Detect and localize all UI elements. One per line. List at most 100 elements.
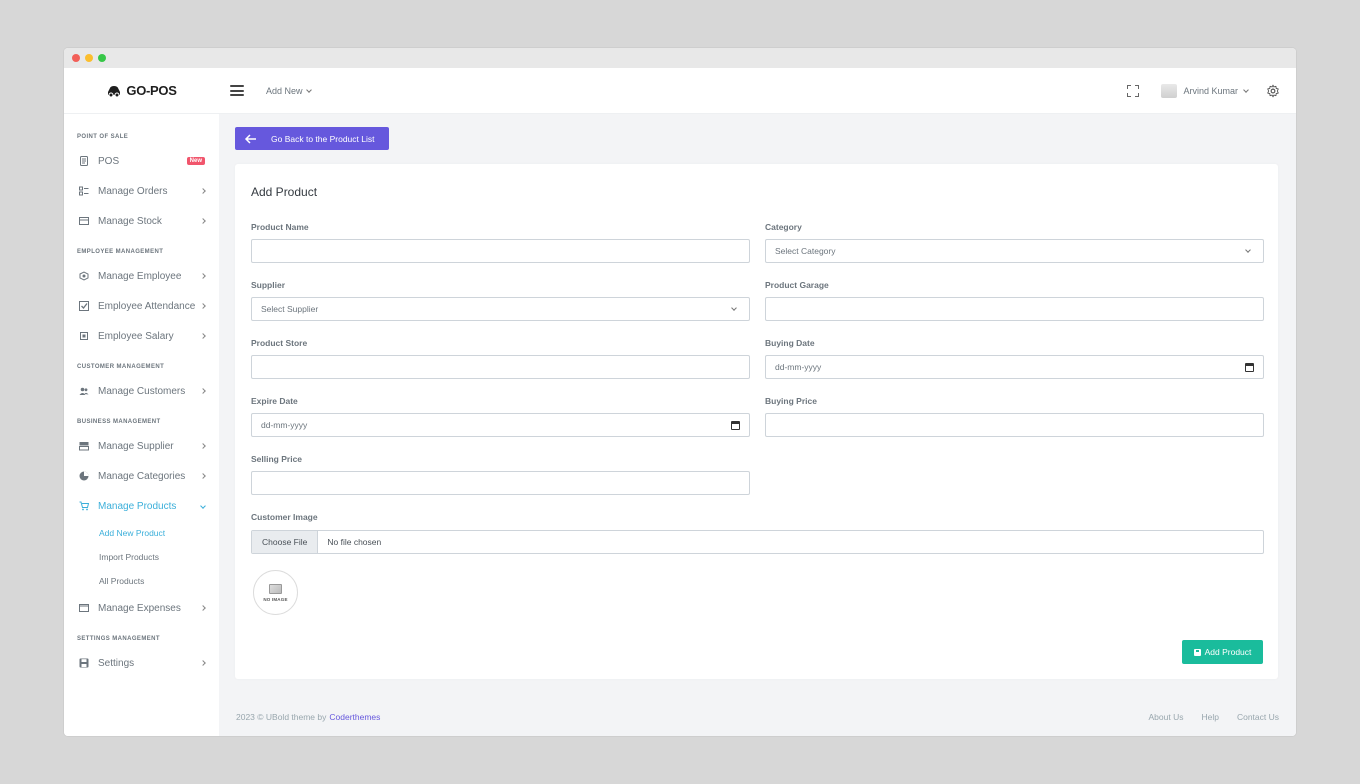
sidebar-item-settings[interactable]: Settings xyxy=(64,648,219,678)
product-name-input[interactable] xyxy=(251,239,750,263)
expire-date-input[interactable]: dd-mm-yyyy xyxy=(251,413,750,437)
sidebar-item-manage-supplier[interactable]: Manage Supplier xyxy=(64,431,219,461)
sidebar-item-manage-employee[interactable]: Manage Employee xyxy=(64,261,219,291)
buying-date-value: dd-mm-yyyy xyxy=(775,362,822,372)
fullscreen-icon[interactable] xyxy=(1127,84,1140,97)
sidebar-item-manage-categories[interactable]: Manage Categories xyxy=(64,461,219,491)
image-icon xyxy=(269,583,282,594)
supplier-label: Supplier xyxy=(251,280,286,290)
sidebar: POINT OF SALE POS New Manage Orders Mana… xyxy=(64,114,219,736)
card-title: Add Product xyxy=(251,185,318,199)
sidebar-item-label: POS xyxy=(98,155,120,167)
product-store-input[interactable] xyxy=(251,355,750,379)
pos-icon xyxy=(80,156,88,166)
footer-link-about-us[interactable]: About Us xyxy=(1149,712,1184,722)
maximize-window-icon[interactable] xyxy=(98,54,106,62)
product-store-field: Product Store xyxy=(251,338,750,379)
sidebar-item-label: Manage Employee xyxy=(98,270,182,282)
footer-link-contact-us[interactable]: Contact Us xyxy=(1237,712,1279,722)
customer-image-file-input[interactable]: Choose File No file chosen xyxy=(251,530,1264,554)
sidebar-item-manage-expenses[interactable]: Manage Expenses xyxy=(64,593,219,623)
product-garage-label: Product Garage xyxy=(765,280,829,290)
menu-toggle-icon[interactable] xyxy=(230,85,244,96)
choose-file-button[interactable]: Choose File xyxy=(252,531,319,553)
image-preview-placeholder: NO IMAGE xyxy=(253,570,298,615)
add-new-dropdown[interactable]: Add New xyxy=(266,85,312,96)
close-window-icon[interactable] xyxy=(72,54,80,62)
user-menu[interactable]: Arvind Kumar xyxy=(1161,83,1249,98)
sidebar-item-label: Employee Salary xyxy=(98,330,174,342)
footer-copyright: 2023 © UBold theme by xyxy=(236,712,327,722)
category-select[interactable]: Select Category xyxy=(765,239,1264,263)
selling-price-field: Selling Price xyxy=(251,454,750,495)
footer-link-help[interactable]: Help xyxy=(1201,712,1218,722)
sidebar-item-label: Employee Attendance xyxy=(98,300,196,312)
footer-brand-link[interactable]: Coderthemes xyxy=(329,712,380,722)
chevron-right-icon xyxy=(200,473,206,479)
footer: 2023 © UBold theme by Coderthemes About … xyxy=(219,698,1296,736)
categories-icon xyxy=(79,471,89,481)
chevron-right-icon xyxy=(200,605,206,611)
minimize-window-icon[interactable] xyxy=(85,54,93,62)
sidebar-item-employee-attendance[interactable]: Employee Attendance xyxy=(64,291,219,321)
chevron-down-icon xyxy=(1245,247,1251,253)
sidebar-item-label: Manage Stock xyxy=(98,215,162,227)
buying-price-label: Buying Price xyxy=(765,396,817,406)
add-product-submit-button[interactable]: Add Product xyxy=(1182,640,1263,664)
sidebar-item-manage-stock[interactable]: Manage Stock xyxy=(64,206,219,236)
sidebar-subitem-import-products[interactable]: Import Products xyxy=(64,545,219,569)
sidebar-subitem-add-new-product[interactable]: Add New Product xyxy=(64,521,219,545)
salary-icon xyxy=(80,332,88,340)
selling-price-input[interactable] xyxy=(251,471,750,495)
add-new-label: Add New xyxy=(266,85,303,96)
product-garage-input[interactable] xyxy=(765,297,1264,321)
topbar: GO-POS Add New Arvind Kumar xyxy=(64,68,1296,114)
sidebar-item-manage-orders[interactable]: Manage Orders xyxy=(64,176,219,206)
product-garage-field: Product Garage xyxy=(765,280,1264,321)
arrow-left-icon xyxy=(244,133,256,144)
chevron-right-icon xyxy=(200,443,206,449)
selling-price-label: Selling Price xyxy=(251,454,303,464)
user-name: Arvind Kumar xyxy=(1183,85,1238,96)
product-name-field: Product Name xyxy=(251,222,750,263)
app-name: GO-POS xyxy=(126,83,177,98)
sidebar-item-label: Manage Categories xyxy=(98,470,186,482)
buying-date-input[interactable]: dd-mm-yyyy xyxy=(765,355,1264,379)
product-name-label: Product Name xyxy=(251,222,309,232)
sidebar-subitem-all-products[interactable]: All Products xyxy=(64,569,219,593)
employee-icon xyxy=(79,271,89,281)
supplier-select[interactable]: Select Supplier xyxy=(251,297,750,321)
buying-date-label: Buying Date xyxy=(765,338,815,348)
buying-date-field: Buying Date dd-mm-yyyy xyxy=(765,338,1264,379)
sidebar-item-employee-salary[interactable]: Employee Salary xyxy=(64,321,219,351)
sidebar-item-label: Manage Supplier xyxy=(98,440,174,452)
no-image-text: NO IMAGE xyxy=(263,596,288,602)
category-field: Category Select Category xyxy=(765,222,1264,263)
customer-image-label: Customer Image xyxy=(251,512,318,522)
back-button-label: Go Back to the Product List xyxy=(271,133,375,144)
chevron-right-icon xyxy=(200,303,206,309)
products-icon xyxy=(79,501,89,511)
sidebar-item-pos[interactable]: POS New xyxy=(64,146,219,176)
sidebar-item-label: Manage Orders xyxy=(98,185,168,197)
chevron-down-icon xyxy=(305,86,312,93)
sidebar-item-manage-products[interactable]: Manage Products xyxy=(64,491,219,521)
back-to-product-list-button[interactable]: Go Back to the Product List xyxy=(235,127,389,150)
calendar-icon[interactable] xyxy=(1245,362,1254,372)
main-content: Go Back to the Product List Add Product … xyxy=(219,114,1296,736)
car-icon xyxy=(108,85,121,97)
sidebar-item-manage-customers[interactable]: Manage Customers xyxy=(64,376,219,406)
buying-price-input[interactable] xyxy=(765,413,1264,437)
gear-icon[interactable] xyxy=(1266,84,1280,98)
sidebar-item-label: Manage Products xyxy=(98,500,177,512)
new-badge: New xyxy=(186,157,205,165)
file-name-text: No file chosen xyxy=(327,537,382,547)
orders-icon xyxy=(79,186,89,196)
stock-icon xyxy=(79,217,89,225)
sidebar-item-label: Manage Customers xyxy=(98,385,186,397)
calendar-icon[interactable] xyxy=(731,420,740,430)
chevron-right-icon xyxy=(200,388,206,394)
app-logo[interactable]: GO-POS xyxy=(64,83,219,98)
chevron-down-icon xyxy=(200,503,206,509)
supplier-selected-value: Select Supplier xyxy=(261,304,319,314)
